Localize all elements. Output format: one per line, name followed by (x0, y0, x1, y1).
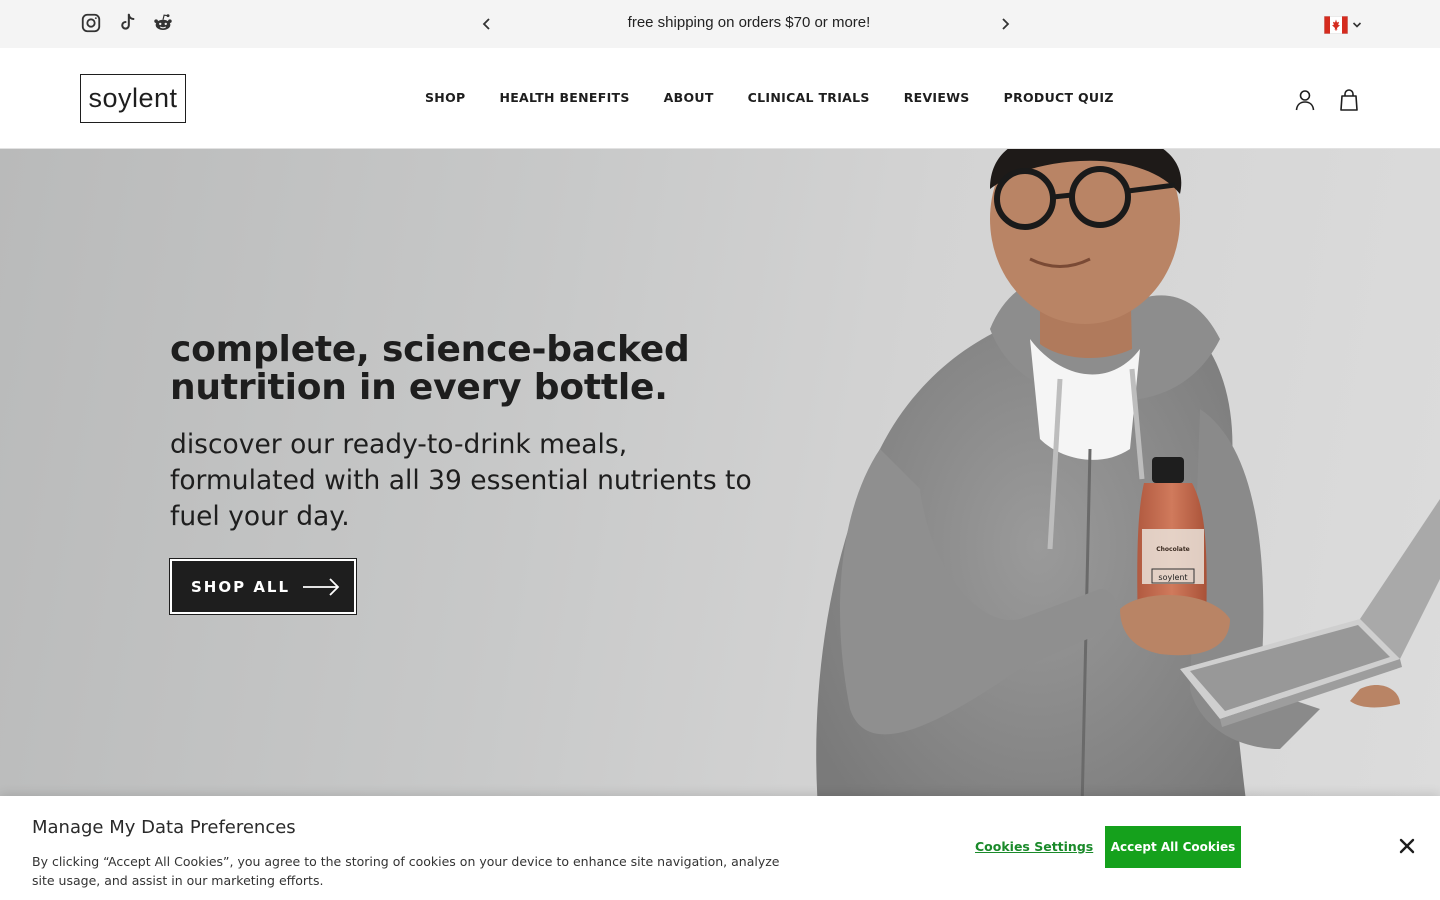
shop-all-button[interactable]: SHOP ALL (169, 558, 357, 615)
accept-all-cookies-button[interactable]: Accept All Cookies (1105, 826, 1241, 868)
cookie-banner: Manage My Data Preferences By clicking “… (0, 796, 1440, 900)
nav-reviews[interactable]: REVIEWS (904, 90, 970, 105)
nav-about[interactable]: ABOUT (664, 90, 714, 105)
nav-shop[interactable]: SHOP (425, 90, 465, 105)
hero-subtitle: discover our ready-to-drink meals, formu… (170, 429, 752, 532)
soylent-logo[interactable]: soylent (80, 74, 186, 123)
hero-person-image: Chocolate soylent (790, 149, 1440, 900)
canada-flag-icon (1324, 16, 1348, 34)
nav-clinical-trials[interactable]: CLINICAL TRIALS (748, 90, 870, 105)
cookies-settings-link[interactable]: Cookies Settings (975, 839, 1093, 854)
hero-title: complete, science-backed nutrition in ev… (170, 329, 690, 408)
arrow-right-icon (303, 578, 340, 596)
chevron-right-icon[interactable] (995, 14, 1015, 34)
site-header: soylent SHOP HEALTH BENEFITS ABOUT CLINI… (0, 48, 1440, 149)
account-icon[interactable] (1293, 88, 1317, 112)
cookie-banner-title: Manage My Data Preferences (32, 817, 296, 838)
tiktok-icon[interactable] (116, 12, 138, 34)
hero-banner: Chocolate soylent complete, science-back… (0, 149, 1440, 900)
announcement-bar: free shipping on orders $70 or more! (0, 0, 1440, 48)
social-links (80, 12, 174, 34)
country-selector[interactable] (1324, 16, 1363, 34)
chevron-down-icon (1352, 22, 1362, 28)
nav-product-quiz[interactable]: PRODUCT QUIZ (1004, 90, 1114, 105)
shop-all-label: SHOP ALL (191, 577, 291, 596)
bottle-brand-label: soylent (1158, 573, 1187, 582)
bottle-flavor-label: Chocolate (1156, 546, 1190, 553)
main-nav: SHOP HEALTH BENEFITS ABOUT CLINICAL TRIA… (425, 90, 1114, 105)
announcement-text: free shipping on orders $70 or more! (627, 14, 871, 31)
cookie-banner-text: By clicking “Accept All Cookies”, you ag… (32, 854, 780, 888)
shopping-bag-icon[interactable] (1337, 88, 1361, 112)
reddit-icon[interactable] (152, 12, 174, 34)
chevron-left-icon[interactable] (477, 14, 497, 34)
close-icon[interactable] (1398, 837, 1416, 855)
nav-health-benefits[interactable]: HEALTH BENEFITS (499, 90, 629, 105)
instagram-icon[interactable] (80, 12, 102, 34)
